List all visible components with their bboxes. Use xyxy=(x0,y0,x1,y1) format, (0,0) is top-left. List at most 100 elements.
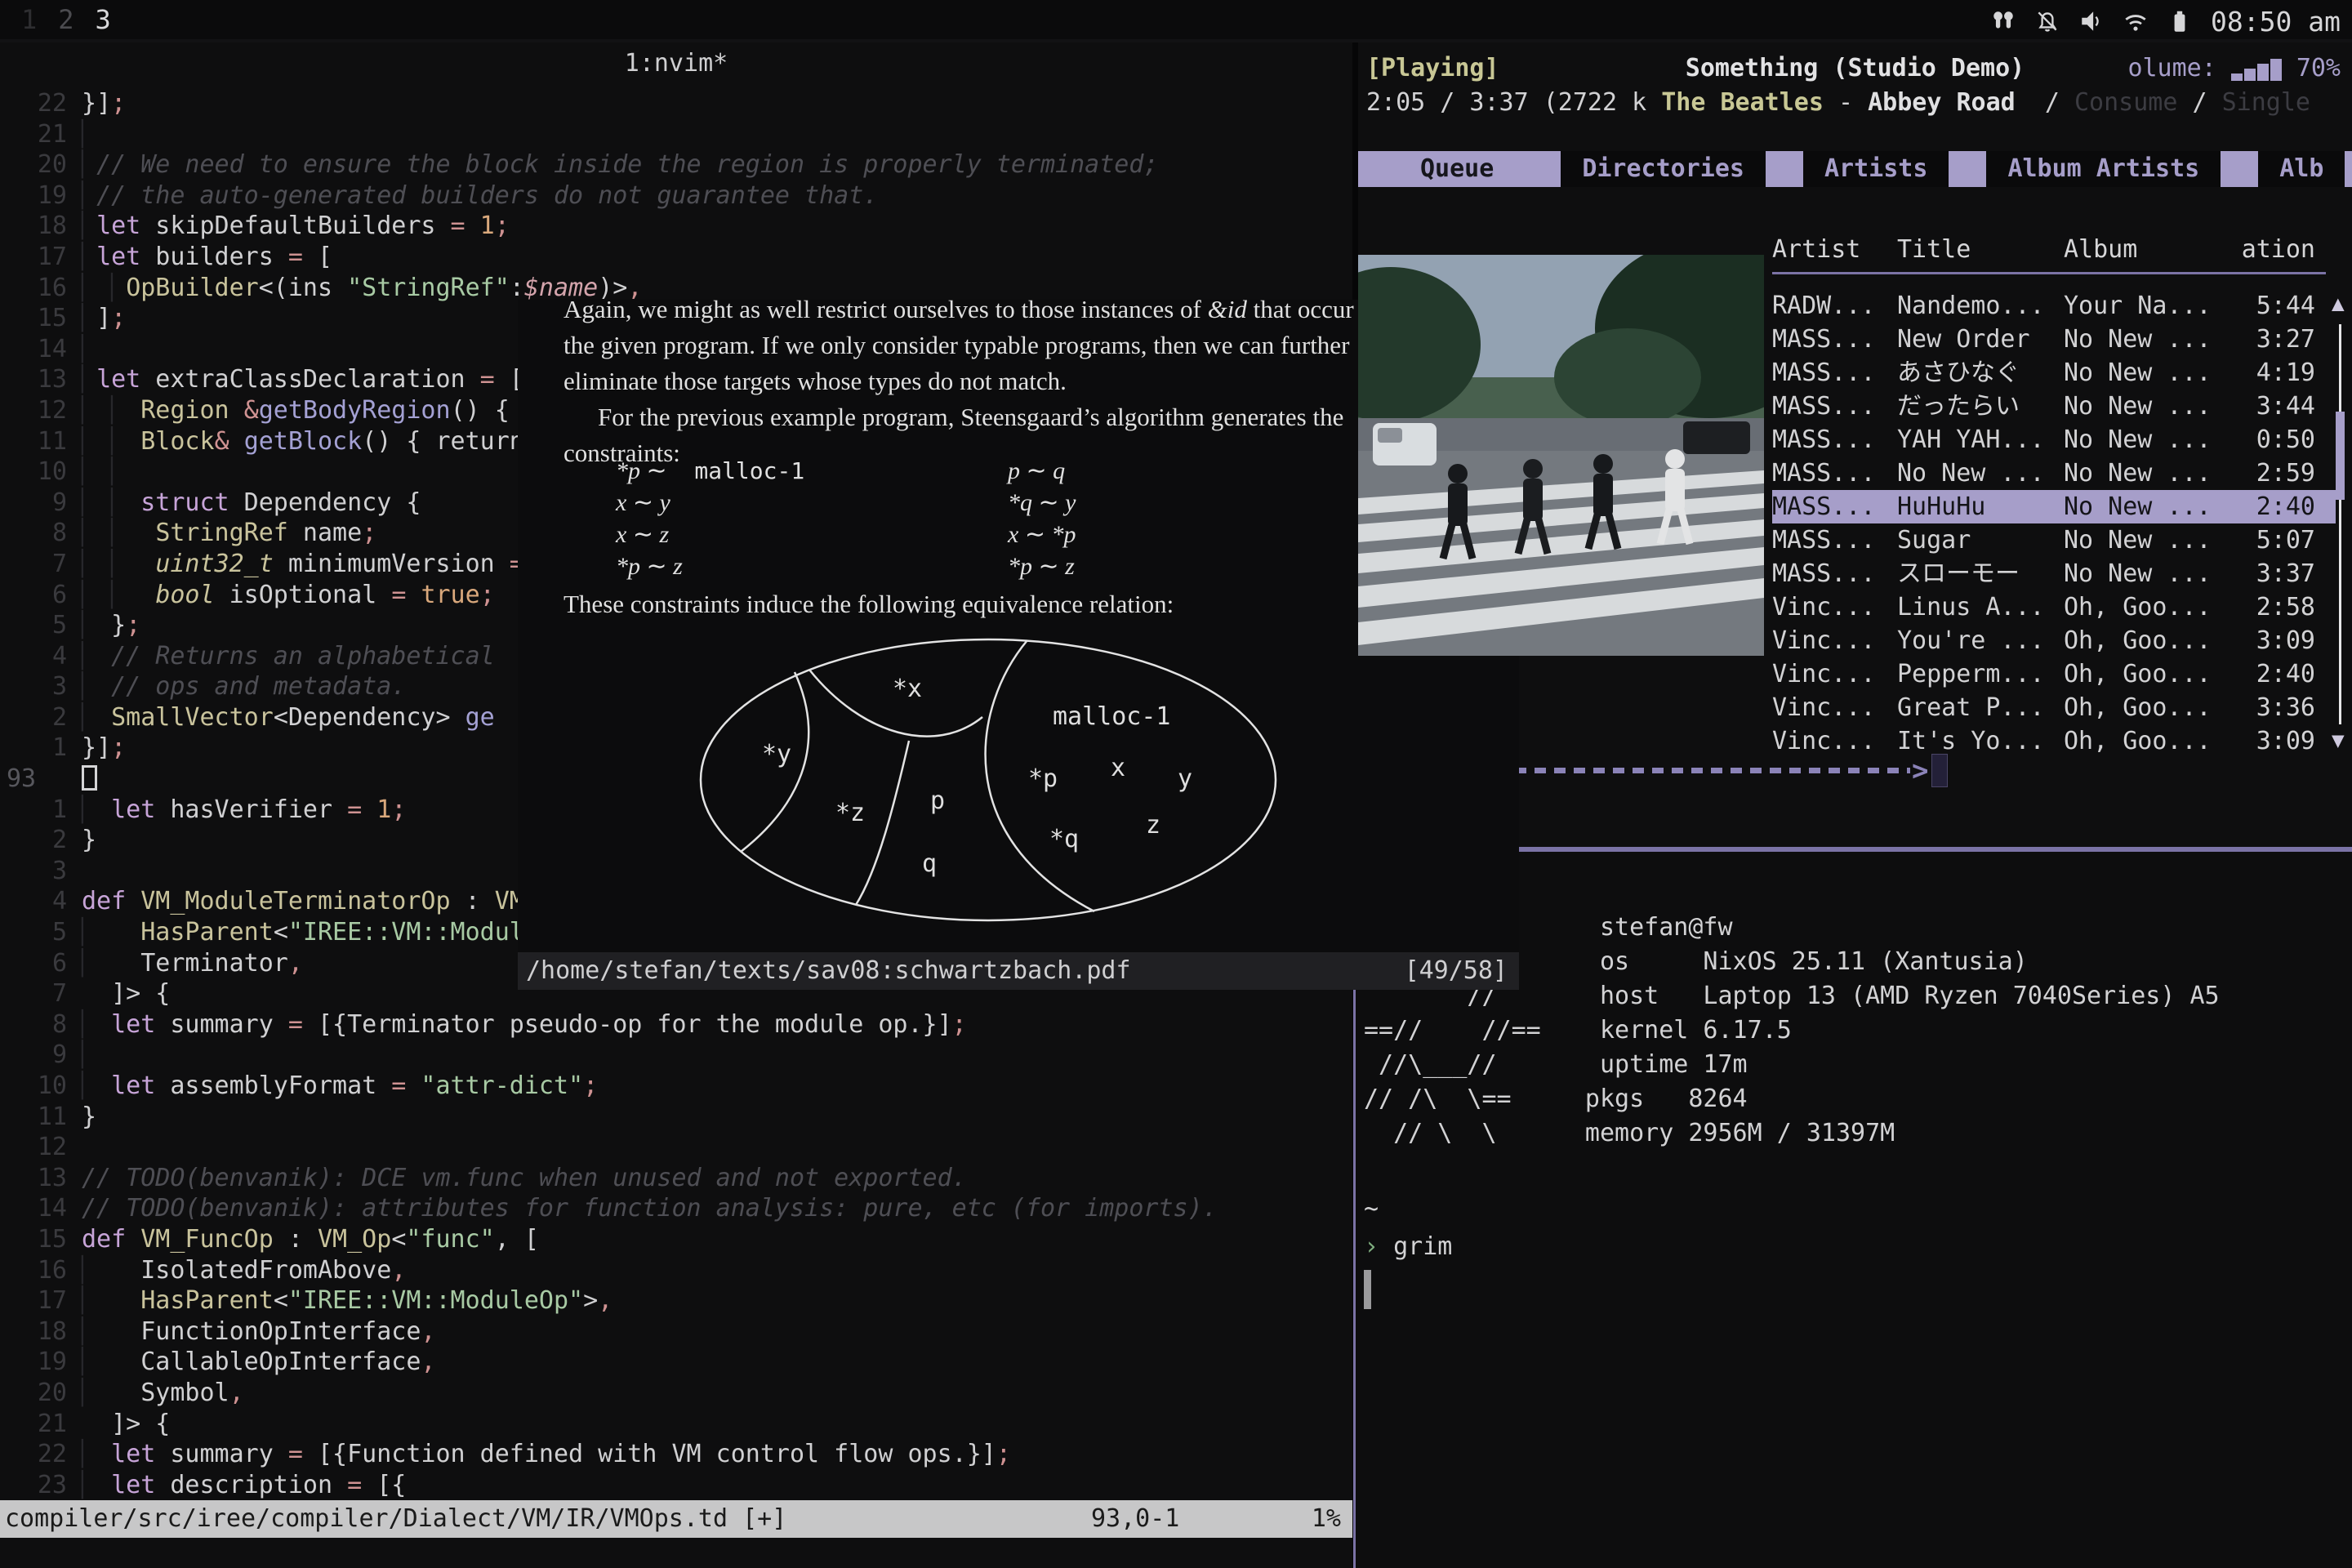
code-line[interactable]: 8▏ let summary = [{Terminator pseudo-op … xyxy=(0,1009,1352,1040)
code-text: ▏ xyxy=(82,1040,96,1069)
tab-artists[interactable]: Artists xyxy=(1803,151,1949,187)
code-line[interactable]: 17▏ HasParent<"IREE::VM::ModuleOp">, xyxy=(0,1285,1352,1316)
queue-row[interactable]: Vinc...It's Yo...Oh, Goo...3:09 xyxy=(1772,724,2336,758)
code-line[interactable]: 12 xyxy=(0,1132,1352,1163)
code-token xyxy=(126,550,155,578)
code-line[interactable]: 16▏ ▏OpBuilder<(ins "StringRef":$name)>, xyxy=(0,273,1352,304)
status-tray: 08:50 am xyxy=(1990,0,2341,42)
code-line[interactable]: 10▏ let assemblyFormat = "attr-dict"; xyxy=(0,1071,1352,1102)
code-token: ∼ xyxy=(1027,457,1047,484)
scrollbar-down-icon[interactable]: ▼ xyxy=(2332,728,2345,753)
code-token: ▏ xyxy=(82,212,96,240)
code-line[interactable]: 11} xyxy=(0,1102,1352,1133)
code-text: ▏let builders = [ xyxy=(82,243,332,271)
code-token: getBlock xyxy=(244,427,363,456)
constraint-column-right: p ∼ q*q ∼ yx ∼ *p*p ∼ z xyxy=(1008,455,1076,582)
line-number: 1 xyxy=(0,733,82,764)
queue-row[interactable]: MASS...SugarNo New ...5:07 xyxy=(1772,523,2336,557)
code-token: ]> { xyxy=(82,979,170,1008)
code-text: ]> { xyxy=(82,1410,170,1438)
queue-row[interactable]: Vinc...Linus A...Oh, Goo...2:58 xyxy=(1772,590,2336,624)
queue-row[interactable]: MASS...だったらいNo New ...3:44 xyxy=(1772,390,2336,423)
code-line[interactable]: 19▏ CallableOpInterface, xyxy=(0,1347,1352,1378)
notifications-off-icon[interactable] xyxy=(2034,8,2060,34)
queue-row[interactable]: MASS...YAH YAH...No New ...0:50 xyxy=(1772,423,2336,457)
code-token: *q xyxy=(1008,489,1039,516)
code-line[interactable]: 14// TODO(benvanik): attributes for func… xyxy=(0,1193,1352,1224)
code-token: < xyxy=(274,918,288,947)
tab-album-artists[interactable]: Album Artists xyxy=(1986,151,2221,187)
queue-row[interactable]: MASS...New OrderNo New ...3:27 xyxy=(1772,323,2336,356)
constraint-column-left: *p ∼ malloc-1x ∼ yx ∼ z*p ∼ z xyxy=(616,455,804,582)
svg-text:*z: *z xyxy=(835,799,865,827)
queue-cell: 5:44 xyxy=(2238,289,2315,323)
code-line[interactable]: 22▏ let summary = [{Function defined wit… xyxy=(0,1439,1352,1470)
queue-row[interactable]: Vinc...Pepperm...Oh, Goo...2:40 xyxy=(1772,657,2336,691)
code-line[interactable]: 18▏ FunctionOpInterface, xyxy=(0,1316,1352,1348)
code-text: ▏ FunctionOpInterface, xyxy=(82,1317,435,1346)
code-line[interactable]: 18▏let skipDefaultBuilders = 1; xyxy=(0,211,1352,242)
speaker-icon[interactable] xyxy=(2078,8,2105,34)
code-token: ; xyxy=(495,212,510,240)
code-line[interactable]: 21▏ xyxy=(0,119,1352,150)
code-token: ▏ xyxy=(82,1010,111,1039)
code-token: ▏ xyxy=(82,1379,96,1407)
code-token: ∼ xyxy=(647,553,667,580)
earbuds-icon[interactable] xyxy=(1990,8,2016,34)
queue-row[interactable]: RADW...Nandemo...Your Na...5:44 xyxy=(1772,289,2336,323)
code-token: ; xyxy=(111,733,126,762)
queue-row[interactable]: MASS...スローモーNo New ...3:37 xyxy=(1772,557,2336,590)
code-line[interactable]: 21 ]> { xyxy=(0,1409,1352,1440)
code-token xyxy=(362,795,376,824)
workspace-1[interactable]: 1 xyxy=(21,4,37,35)
wifi-icon[interactable] xyxy=(2123,8,2149,34)
queue-cell: 3:44 xyxy=(2238,390,2315,423)
queue-cell: あさひなぐ xyxy=(1897,356,2064,390)
code-line[interactable]: 13// TODO(benvanik): DCE vm.func when un… xyxy=(0,1163,1352,1194)
code-token: ▏ xyxy=(82,672,111,701)
line-number: 1 xyxy=(0,795,82,826)
code-token: getBodyRegion xyxy=(259,396,451,425)
code-line[interactable]: 23▏ let description = [{ xyxy=(0,1470,1352,1501)
code-line[interactable]: 22}]; xyxy=(0,88,1352,119)
queue-row[interactable]: Vinc...You're ...Oh, Goo...3:09 xyxy=(1772,624,2336,657)
code-token xyxy=(406,581,421,609)
queue-scrollbar-track[interactable] xyxy=(2339,324,2341,724)
tab-alb[interactable]: Alb xyxy=(2258,151,2345,187)
terminal-tab-title[interactable]: 1:nvim* xyxy=(0,49,1352,78)
queue-scrollbar-thumb[interactable] xyxy=(2336,412,2345,500)
line-number: 16 xyxy=(0,273,82,304)
code-line[interactable]: 16▏ IsolatedFromAbove, xyxy=(0,1255,1352,1286)
queue-row[interactable]: MASS...No New ...No New ...2:59 xyxy=(1772,457,2336,490)
queue-row[interactable]: MASS...HuHuHuNo New ...2:40 xyxy=(1772,490,2336,523)
shell-prompt[interactable]: › grim xyxy=(1364,1232,1452,1261)
scrollbar-up-icon[interactable]: ▲ xyxy=(2332,292,2345,316)
code-line[interactable]: 17▏let builders = [ xyxy=(0,242,1352,273)
battery-icon[interactable] xyxy=(2167,8,2193,34)
svg-text:z: z xyxy=(1146,811,1160,840)
pdf-statusbar: /home/stefan/texts/sav08:schwartzbach.pd… xyxy=(518,952,1519,990)
code-token: q xyxy=(1047,457,1066,484)
queue-row[interactable]: MASS...あさひなぐNo New ...4:19 xyxy=(1772,356,2336,390)
line-number: 11 xyxy=(0,1102,82,1133)
code-token: p xyxy=(1008,457,1027,484)
volume-indicator[interactable]: olume: 70% xyxy=(2127,54,2341,82)
code-line[interactable]: 15def VM_FuncOp : VM_Op<"func", [ xyxy=(0,1224,1352,1255)
code-line[interactable]: 20▏// We need to ensure the block inside… xyxy=(0,149,1352,180)
code-line[interactable]: 9▏ xyxy=(0,1040,1352,1071)
code-line[interactable]: 20▏ Symbol, xyxy=(0,1378,1352,1409)
status-bar: 1 2 3 xyxy=(0,0,2352,42)
queue-row[interactable]: Vinc...Great P...Oh, Goo...3:36 xyxy=(1772,691,2336,724)
tab-directories[interactable]: Directories xyxy=(1561,151,1766,187)
code-token: ▏ xyxy=(82,1348,96,1376)
code-text: ▏ let summary = [{Terminator pseudo-op f… xyxy=(82,1010,967,1039)
queue-cell: No New ... xyxy=(2064,423,2238,457)
queue-list[interactable]: RADW...Nandemo...Your Na...5:44MASS...Ne… xyxy=(1772,289,2336,758)
code-text: // TODO(benvanik): attributes for functi… xyxy=(82,1194,1218,1223)
workspace-2[interactable]: 2 xyxy=(58,4,74,35)
code-line[interactable]: 19▏// the auto-generated builders do not… xyxy=(0,180,1352,212)
clock[interactable]: 08:50 am xyxy=(2211,6,2341,38)
code-token: IsolatedFromAbove xyxy=(96,1256,391,1285)
tab-queue[interactable]: Queue xyxy=(1391,151,1523,187)
workspace-3[interactable]: 3 xyxy=(96,4,111,35)
